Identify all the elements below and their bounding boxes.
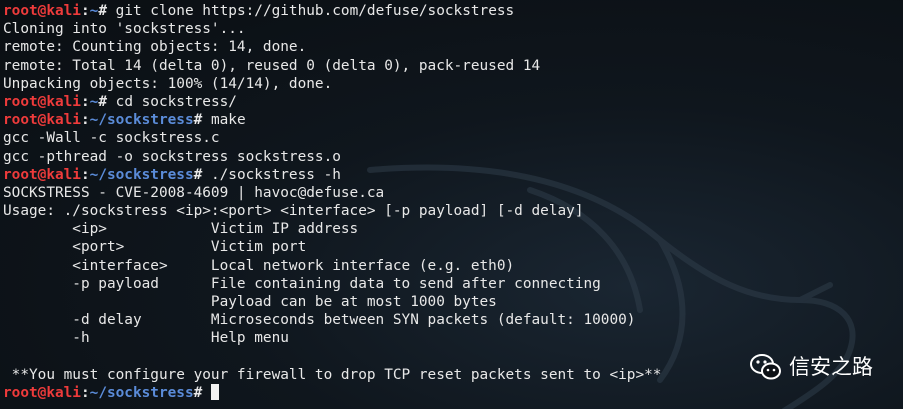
command-text: cd sockstress/ <box>115 93 237 110</box>
output-line: Cloning into 'sockstress'... <box>3 21 246 38</box>
prompt-hash: # <box>98 3 116 19</box>
output-line: -d delay Microseconds between SYN packet… <box>3 312 636 329</box>
output-line: remote: Total 14 (delta 0), reused 0 (de… <box>3 57 541 74</box>
prompt-line: root@kali:~/sockstress# <box>3 383 903 402</box>
prompt-user: root@kali <box>3 384 81 401</box>
prompt-line: root@kali:~# cd sockstress/ <box>3 93 903 111</box>
prompt-line: root@kali:~/sockstress# make <box>3 111 903 129</box>
prompt-user: root@kali <box>3 112 81 129</box>
prompt-line: root@kali:~/sockstress# ./sockstress -h <box>3 166 903 184</box>
prompt-user: root@kali <box>3 166 81 183</box>
prompt-path: ~/sockstress <box>89 384 194 401</box>
output-line: Payload can be at most 1000 bytes <box>3 294 497 310</box>
prompt-path: ~/sockstress <box>89 112 194 129</box>
output-line: -p payload File containing data to send … <box>3 275 601 292</box>
output-line: remote: Counting objects: 14, done. <box>3 39 307 56</box>
output-line: Usage: ./sockstress <ip>:<port> <interfa… <box>3 203 584 220</box>
output-line: Unpacking objects: 100% (14/14), done. <box>3 75 333 92</box>
watermark-text: 信安之路 <box>789 354 873 379</box>
text-cursor[interactable] <box>210 383 219 400</box>
output-line: gcc -Wall -c sockstress.c <box>3 130 220 147</box>
output-line: <interface> Local network interface (e.g… <box>3 257 515 274</box>
output-line: gcc -pthread -o sockstress sockstress.o <box>3 148 341 165</box>
output-line: -h Help menu <box>3 330 289 347</box>
prompt-hash: # <box>98 93 116 110</box>
terminal-output: root@kali:~# git clone https://github.co… <box>0 0 903 402</box>
prompt-separator: : <box>80 166 90 183</box>
prompt-hash: # <box>193 112 211 129</box>
prompt-line: root@kali:~# git clone https://github.co… <box>3 2 903 20</box>
prompt-separator: : <box>80 93 90 110</box>
output-line: <port> Victim port <box>3 239 307 256</box>
prompt-path: ~/sockstress <box>89 166 194 183</box>
output-line: <ip> Victim IP address <box>3 221 359 238</box>
command-text: git clone https://github.com/defuse/sock… <box>115 3 515 19</box>
command-text: ./sockstress -h <box>210 166 341 183</box>
output-line: SOCKSTRESS - CVE-2008-4609 | havoc@defus… <box>3 184 385 201</box>
prompt-separator: : <box>80 112 90 129</box>
prompt-hash: # <box>193 166 211 183</box>
prompt-user: root@kali <box>3 93 81 110</box>
terminal-window[interactable]: root@kali:~# git clone https://github.co… <box>0 0 903 409</box>
prompt-separator: : <box>80 384 90 401</box>
prompt-user: root@kali <box>3 3 81 19</box>
wechat-icon <box>750 354 781 380</box>
wechat-watermark: 信安之路 <box>749 352 873 382</box>
prompt-hash: # <box>193 384 211 401</box>
prompt-separator: : <box>80 3 90 19</box>
command-text: make <box>210 112 246 129</box>
